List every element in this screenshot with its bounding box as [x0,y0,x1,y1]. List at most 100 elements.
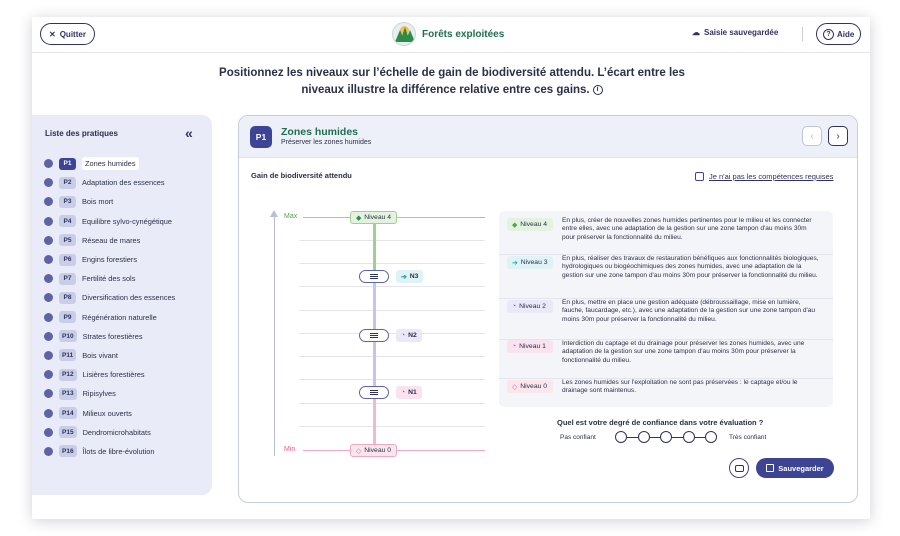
practice-label: Fertilité des sols [82,274,136,284]
practices-list: P1 Zones humides P2 Adaptation des essences… [44,154,175,461]
sidebar-item-p14[interactable]: P14 Milieux ouverts [44,403,175,422]
sidebar-item-p13[interactable]: P13 Ripisylves [44,384,175,403]
n2-marker: ◔ N2 [396,329,422,342]
status-dot-icon [44,255,53,265]
arrow-icon: ➔ [401,273,407,281]
status-dot-icon [44,159,53,169]
practice-code: P15 [59,426,77,439]
n3-drag-handle[interactable] [359,270,389,283]
help-button[interactable]: ? Aide [816,23,862,45]
previous-practice-button[interactable]: ‹ [802,126,822,146]
grid-line [299,310,485,311]
practice-code: P14 [59,407,77,420]
grid-line [299,356,485,357]
confidence-question: Quel est votre degré de confiance dans v… [557,418,764,427]
help-label: Aide [837,29,855,39]
gain-scale-label: Gain de biodiversité attendu [251,171,352,180]
level-0-label: Niveau 0 [364,447,392,454]
practice-code: P11 [59,349,77,362]
app-window: ✕ Quitter Forêts exploitées ☁ Saisie sau… [32,17,870,519]
practice-code: P1 [59,157,76,170]
sidebar-item-p7[interactable]: P7 Fertilité des sols [44,269,175,288]
quit-button[interactable]: ✕ Quitter [40,23,95,45]
practice-code-badge: P1 [250,126,272,148]
cloud-check-icon: ☁ [692,28,700,37]
practice-label: Adaptation des essences [82,178,165,188]
sidebar-item-p3[interactable]: P3 Bois mort [44,192,175,211]
sidebar-item-p6[interactable]: P6 Engins forestiers [44,250,175,269]
level-badge: ➔ Niveau 3 [507,256,553,269]
n2-drag-handle[interactable] [359,329,389,342]
sidebar-item-p11[interactable]: P11 Bois vivant [44,346,175,365]
status-dot-icon [44,446,53,456]
collapse-sidebar-icon[interactable]: « [185,125,193,141]
sidebar-item-p4[interactable]: P4 Equilibre sylvo-cynégétique [44,212,175,231]
level-description: Les zones humides sur l'exploitation ne … [562,379,798,395]
no-competence-checkbox[interactable]: Je n'ai pas les compétences requises [695,172,833,181]
leaf-icon: ◔ [401,389,406,396]
instruction-line-1: Positionnez les niveaux sur l’échelle de… [219,67,685,79]
save-icon [766,464,775,472]
status-dot-icon [44,331,53,341]
confidence-option-2[interactable] [637,431,650,443]
confidence-option-1[interactable] [615,431,627,443]
grid-line [299,333,485,334]
sidebar-item-p1[interactable]: P1 Zones humides [44,154,175,173]
sidebar-item-p15[interactable]: P15 Dendromicrohabitats [44,423,175,442]
level-icon: ◔ [512,343,517,350]
status-dot-icon [44,235,53,245]
forest-logo-icon [392,22,416,46]
scale-axis [274,214,275,456]
scale-min-label: Min [284,446,296,453]
grid-line [299,426,485,427]
practice-code: P12 [59,368,77,381]
practice-card: P1 Zones humides Préserver les zones hum… [238,115,858,503]
comment-icon [734,464,744,472]
sidebar-item-p9[interactable]: P9 Régénération naturelle [44,308,175,327]
save-button[interactable]: Sauvegarder [756,458,834,478]
practice-code: P10 [59,330,77,343]
level-description: Interdiction du captage et du drainage p… [562,340,805,364]
status-dot-icon [44,408,53,418]
sidebar-item-p2[interactable]: P2 Adaptation des essences [44,173,175,192]
level-icon: ➔ [512,259,518,267]
info-icon[interactable]: i [592,84,603,95]
sidebar-item-p12[interactable]: P12 Lisières forestières [44,365,175,384]
comment-button[interactable] [729,458,749,478]
status-dot-icon [44,427,53,437]
sidebar-item-p10[interactable]: P10 Strates forestières [44,327,175,346]
confidence-option-4[interactable] [682,431,695,443]
level-badge: ◇ Niveau 0 [507,380,553,393]
level-badge-label: Niveau 3 [520,259,548,266]
checkbox-icon[interactable] [695,172,704,181]
stem-segment [373,224,376,274]
level-4-marker: ◆ Niveau 4 [350,211,398,224]
practice-label: Réseau de mares [82,235,141,245]
status-dot-icon [44,178,53,188]
status-dot-icon [44,216,53,226]
practice-label: Îlots de libre-évolution [82,446,155,456]
level-icon: ◆ [512,221,518,229]
confidence-max-label: Très confiant [729,434,767,441]
next-practice-button[interactable]: › [828,126,848,146]
leaf-icon: ◔ [401,332,406,339]
practice-code: P6 [59,253,76,266]
sidebar-item-p16[interactable]: P16 Îlots de libre-évolution [44,442,175,461]
sidebar-item-p5[interactable]: P5 Réseau de mares [44,231,175,250]
practice-label: Dendromicrohabitats [82,427,151,437]
level-badge-label: Niveau 2 [519,303,546,310]
practice-title: Zones humides [281,126,359,138]
n1-marker: ◔ N1 [396,386,422,399]
practice-label: Strates forestières [82,331,143,341]
n1-drag-handle[interactable] [359,386,389,399]
confidence-option-3[interactable] [660,431,672,443]
level-4-label: Niveau 4 [364,214,392,221]
level-description: En plus, mettre en place une gestion adé… [562,299,816,323]
confidence-option-5[interactable] [705,431,717,443]
sidebar-item-p8[interactable]: P8 Diversification des essences [44,288,175,307]
practice-label: Bois mort [82,197,114,207]
confidence-min-label: Pas confiant [560,434,596,441]
practice-label: Zones humides [82,157,139,171]
level-description-row: ◔ Niveau 2 En plus, mettre en place une ge… [499,299,833,340]
status-dot-icon [44,370,53,380]
